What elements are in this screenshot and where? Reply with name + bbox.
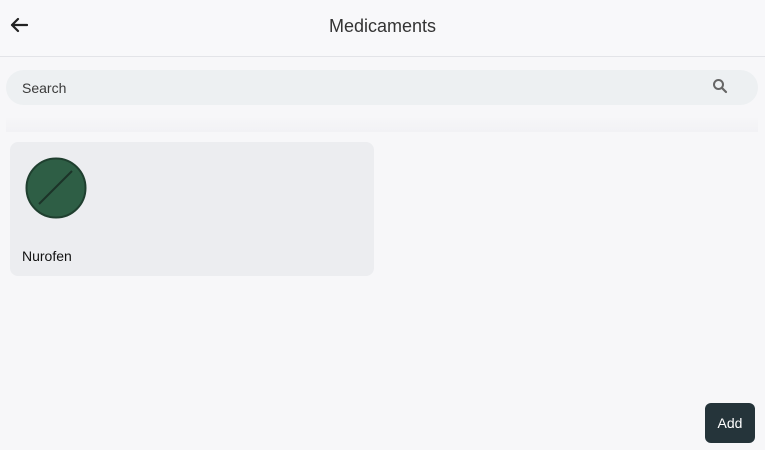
search-icon[interactable]: [712, 78, 728, 94]
pill-icon: [25, 157, 87, 219]
search-bar[interactable]: [6, 70, 758, 105]
list-divider: [6, 118, 758, 132]
medicament-name: Nurofen: [22, 248, 72, 264]
search-input[interactable]: [6, 70, 758, 105]
add-button[interactable]: Add: [705, 403, 755, 443]
top-bar: Medicaments: [0, 0, 765, 57]
medicament-card[interactable]: Nurofen: [10, 142, 374, 276]
medicaments-screen: Medicaments Nurofen Add: [0, 0, 765, 450]
page-title: Medicaments: [328, 16, 437, 36]
